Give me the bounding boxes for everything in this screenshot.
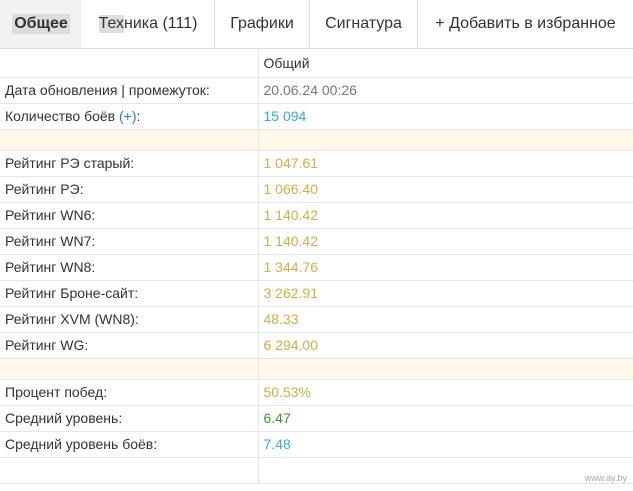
table-row: Средний уровень: 6.47 (0, 405, 633, 432)
battles-label-cell: Количество боёв (+): (0, 103, 259, 130)
rating-label: Рейтинг РЭ: (0, 176, 259, 203)
rating-label: Рейтинг WN7: (0, 228, 259, 255)
rating-value: 1 047.61 (258, 150, 633, 177)
rating-value: 6 294.00 (258, 332, 633, 359)
table-row: Рейтинг WN8: 1 344.76 (0, 254, 633, 281)
table-row: Рейтинг РЭ: 1 066.40 (0, 176, 633, 203)
table-header-empty (0, 49, 259, 78)
wins-label: Процент побед: (0, 379, 259, 406)
tab-charts-label: Графики (230, 15, 294, 32)
table-row: Рейтинг XVM (WN8): 48.33 (0, 306, 633, 333)
battles-label-colon: : (136, 108, 141, 124)
stats-table: Общий Дата обновления | промежуток: 20.0… (0, 49, 633, 484)
rating-label: Рейтинг XVM (WN8): (0, 306, 259, 333)
rating-value: 1 140.42 (258, 202, 633, 229)
spacer-cell (0, 358, 259, 380)
battles-label: Количество боёв (5, 108, 116, 124)
watermark: www.ay.by (584, 473, 627, 483)
tab-general-label: Общее (12, 14, 70, 34)
table-row: Рейтинг WN6: 1 140.42 (0, 202, 633, 229)
spacer-cell (258, 129, 633, 151)
spacer-row (0, 129, 633, 151)
rating-label: Рейтинг РЭ старый: (0, 150, 259, 177)
avg-level-label: Средний уровень: (0, 405, 259, 432)
table-row: Процент побед: 50.53% (0, 379, 633, 406)
table-row: Количество боёв (+): 15 094 (0, 103, 633, 130)
rating-label: Рейтинг WN6: (0, 202, 259, 229)
update-value: 20.06.24 00:26 (258, 77, 633, 104)
wins-value: 50.53% (258, 379, 633, 406)
table-row: Средний уровень боёв: 7.48 (0, 431, 633, 458)
empty-cell (0, 457, 259, 484)
table-row: Рейтинг РЭ старый: 1 047.61 (0, 150, 633, 177)
tab-general[interactable]: Общее (0, 0, 82, 48)
table-row-empty (0, 457, 633, 484)
tab-tech[interactable]: Тех ника (111) (82, 0, 215, 48)
avg-battle-level-value: 7.48 (258, 431, 633, 458)
tab-signature[interactable]: Сигнатура (310, 0, 418, 48)
rating-label: Рейтинг WG: (0, 332, 259, 359)
tab-tech-label-prefix: Тех (98, 15, 124, 33)
table-row: Рейтинг Броне-сайт: 3 262.91 (0, 280, 633, 307)
empty-cell (258, 457, 633, 484)
rating-value: 3 262.91 (258, 280, 633, 307)
table-row: Рейтинг WN7: 1 140.42 (0, 228, 633, 255)
tab-signature-label: Сигнатура (325, 15, 402, 32)
column-header: Общий (258, 49, 633, 78)
add-favorite-label: + Добавить в избранное (435, 15, 616, 32)
rating-value: 48.33 (258, 306, 633, 333)
rating-value: 1 140.42 (258, 228, 633, 255)
table-row: Рейтинг WG: 6 294.00 (0, 332, 633, 359)
rating-label: Рейтинг WN8: (0, 254, 259, 281)
spacer-cell (0, 129, 259, 151)
spacer-row (0, 358, 633, 380)
tab-charts[interactable]: Графики (215, 0, 310, 48)
tab-tech-label: ника (111) (123, 15, 198, 32)
avg-level-value: 6.47 (258, 405, 633, 432)
table-header-row: Общий (0, 49, 633, 78)
table-row: Дата обновления | промежуток: 20.06.24 0… (0, 77, 633, 104)
update-label: Дата обновления | промежуток: (0, 77, 259, 104)
spacer-cell (258, 358, 633, 380)
add-favorite-button[interactable]: + Добавить в избранное (418, 0, 633, 48)
tab-bar: Общее Тех ника (111) Графики Сигнатура + … (0, 0, 633, 49)
battles-value: 15 094 (258, 103, 633, 130)
rating-label: Рейтинг Броне-сайт: (0, 280, 259, 307)
rating-value: 1 066.40 (258, 176, 633, 203)
rating-value: 1 344.76 (258, 254, 633, 281)
battles-plus-link[interactable]: (+) (119, 108, 137, 124)
avg-battle-level-label: Средний уровень боёв: (0, 431, 259, 458)
